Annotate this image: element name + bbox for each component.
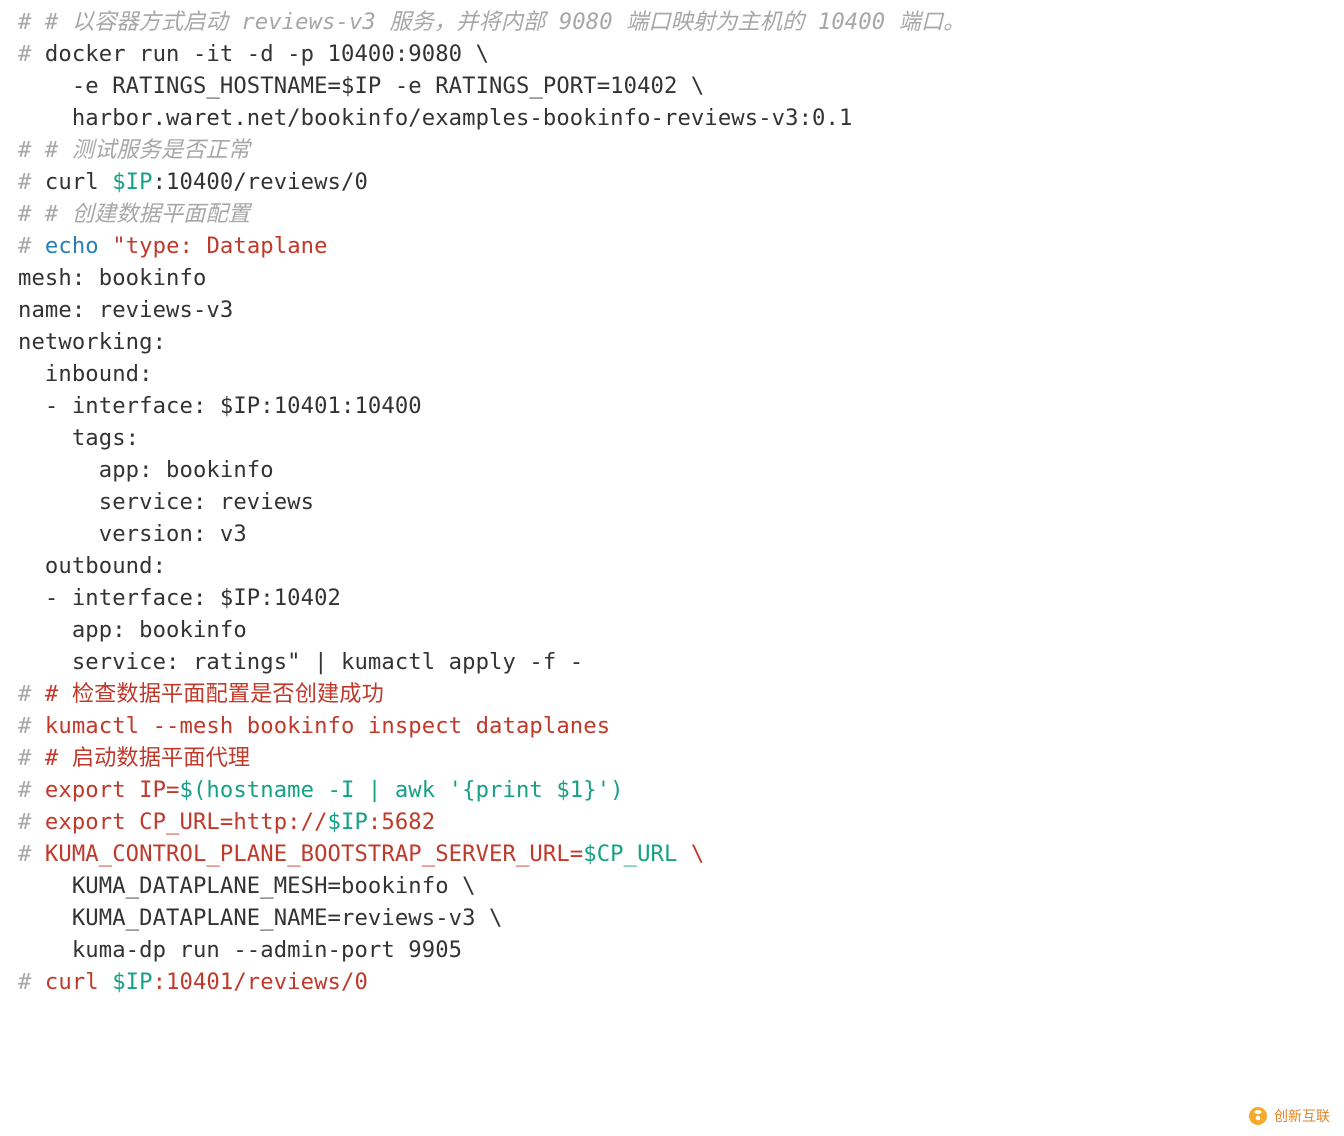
- comment-red: # 启动数据平面代理: [45, 745, 250, 771]
- cmd: | kumactl apply -f -: [301, 649, 584, 675]
- comment: # 测试服务是否正常: [45, 137, 250, 163]
- prompt: #: [18, 681, 45, 707]
- yaml: service: ratings": [18, 649, 301, 675]
- prompt: #: [18, 841, 45, 867]
- prompt: #: [18, 809, 45, 835]
- cmd: docker run -it -d -p 10400:9080 \: [45, 41, 489, 67]
- prompt: #: [18, 745, 45, 771]
- cmd: :10400/reviews/0: [153, 169, 368, 195]
- comment: # 以容器方式启动 reviews-v3 服务，并将内部 9080 端口映射为主…: [45, 9, 966, 35]
- logo-icon: [1248, 1106, 1268, 1126]
- var: $IP: [112, 169, 152, 195]
- watermark-text: 创新互联: [1274, 1106, 1330, 1126]
- cmd: :5682: [368, 809, 435, 835]
- cmd: export CP_URL=http://: [45, 809, 328, 835]
- var: $IP: [328, 809, 368, 835]
- yaml: service: reviews: [18, 489, 314, 515]
- prompt: #: [18, 41, 45, 67]
- cmd: \: [677, 841, 704, 867]
- yaml: - interface: $IP:10401:10400: [18, 393, 422, 419]
- cmd: kumactl --mesh bookinfo inspect dataplan…: [45, 713, 610, 739]
- yaml: mesh: bookinfo: [18, 265, 206, 291]
- yaml: - interface: $IP:10402: [18, 585, 341, 611]
- yaml: app: bookinfo: [18, 457, 274, 483]
- cmd: KUMA_DATAPLANE_NAME=reviews-v3 \: [18, 905, 503, 931]
- yaml: inbound:: [18, 361, 153, 387]
- cmd: harbor.waret.net/bookinfo/examples-booki…: [18, 105, 852, 131]
- cmd: curl: [45, 169, 112, 195]
- watermark: 创新互联: [1248, 1106, 1330, 1126]
- prompt: #: [18, 137, 45, 163]
- cmd: KUMA_CONTROL_PLANE_BOOTSTRAP_SERVER_URL=: [45, 841, 583, 867]
- prompt: #: [18, 169, 45, 195]
- prompt: #: [18, 233, 45, 259]
- cmd: kuma-dp run --admin-port 9905: [18, 937, 462, 963]
- yaml: version: v3: [18, 521, 247, 547]
- prompt: #: [18, 969, 45, 995]
- cmd: export IP=: [45, 777, 180, 803]
- cmd: curl: [45, 969, 112, 995]
- yaml: app: bookinfo: [18, 617, 247, 643]
- prompt: #: [18, 201, 45, 227]
- yaml: tags:: [18, 425, 139, 451]
- var: $IP: [112, 969, 152, 995]
- yaml: outbound:: [18, 553, 166, 579]
- prompt: #: [18, 9, 45, 35]
- var: $CP_URL: [583, 841, 677, 867]
- yaml: name: reviews-v3: [18, 297, 233, 323]
- cmd: :10401/reviews/0: [153, 969, 368, 995]
- keyword-echo: echo: [45, 233, 99, 259]
- subshell: $(hostname -I | awk '{print $1}'): [180, 777, 624, 803]
- comment: # 创建数据平面配置: [45, 201, 250, 227]
- cmd: -e RATINGS_HOSTNAME=$IP -e RATINGS_PORT=…: [18, 73, 704, 99]
- yaml: networking:: [18, 329, 166, 355]
- prompt: #: [18, 777, 45, 803]
- comment-red: # 检查数据平面配置是否创建成功: [45, 681, 384, 707]
- cmd: KUMA_DATAPLANE_MESH=bookinfo \: [18, 873, 476, 899]
- string: "type: Dataplane: [112, 233, 327, 259]
- code-block: # # 以容器方式启动 reviews-v3 服务，并将内部 9080 端口映射…: [0, 0, 1344, 1016]
- prompt: #: [18, 713, 45, 739]
